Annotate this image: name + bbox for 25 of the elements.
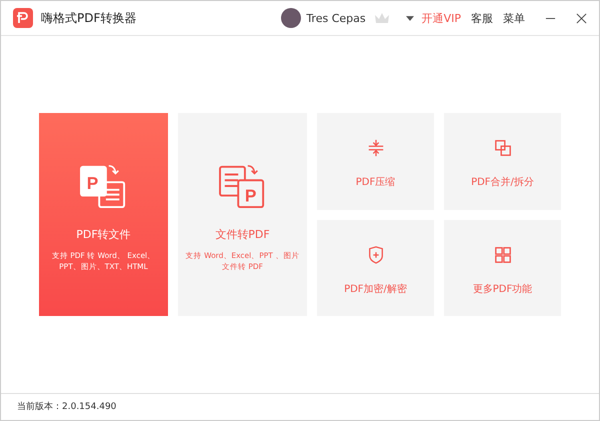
overlapping-squares-icon [494, 139, 512, 157]
app-logo-icon [13, 8, 33, 28]
version-text: 当前版本：2.0.154.490 [17, 400, 116, 412]
dropdown-caret-icon[interactable] [406, 16, 414, 20]
card-title: 更多PDF功能 [472, 282, 532, 296]
avatar[interactable] [281, 8, 302, 28]
card-title: PDF合并/拆分 [471, 176, 534, 189]
card-title: 文件转PDF [215, 227, 270, 242]
header-link[interactable]: 客服 [471, 10, 493, 26]
feature-card[interactable]: PDF压缩 [317, 113, 434, 210]
user-name: Tres Cepas [306, 12, 366, 24]
compress-icon [366, 139, 384, 157]
card-title: PDF加密/解密 [344, 282, 407, 296]
card-title: PDF转文件 [76, 227, 131, 242]
header-link[interactable]: 菜单 [503, 10, 525, 26]
card-title: PDF压缩 [356, 176, 396, 189]
shield-icon [366, 246, 384, 264]
crown-icon [374, 12, 390, 24]
vip-link[interactable]: 开通VIP [422, 10, 461, 26]
feature-card[interactable]: PDF加密/解密 [317, 220, 434, 316]
close-icon[interactable] [576, 12, 587, 24]
feature-card[interactable]: PDF合并/拆分 [444, 113, 561, 210]
feature-card[interactable]: 更多PDF功能 [444, 220, 561, 316]
grid-icon [494, 246, 512, 264]
window-title: 嗨格式PDF转换器 [41, 10, 136, 26]
